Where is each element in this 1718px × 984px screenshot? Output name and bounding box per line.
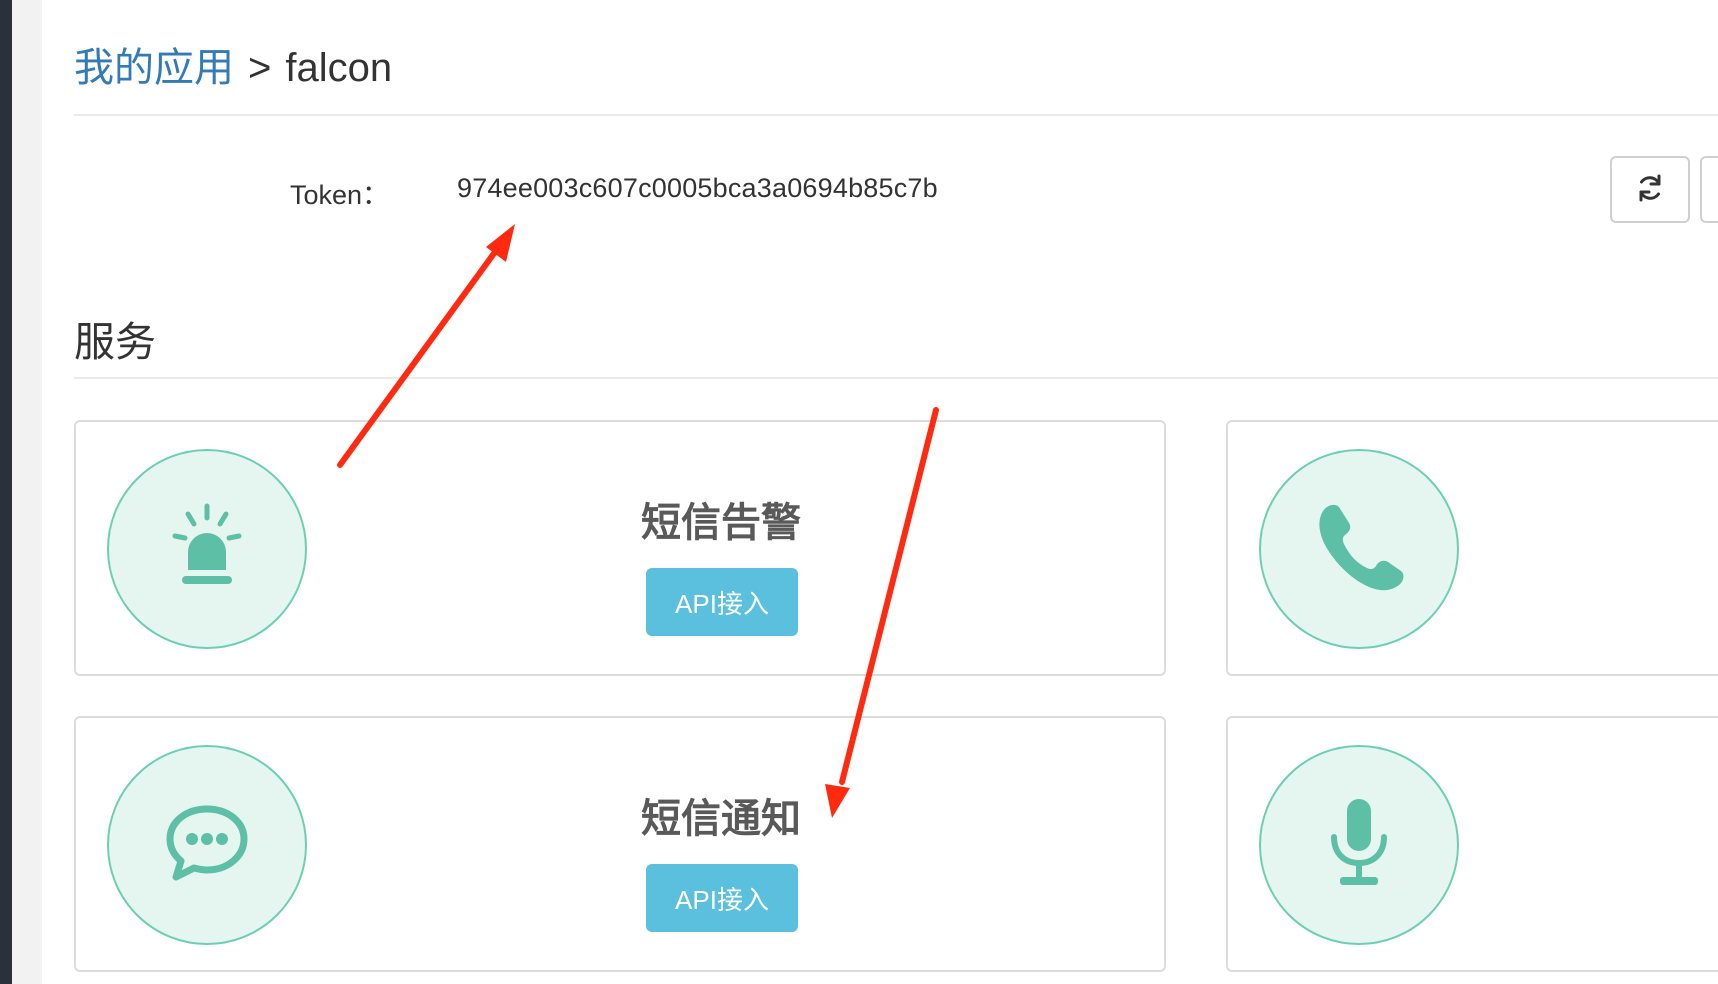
refresh-token-button[interactable] [1610, 156, 1690, 223]
microphone-icon [1324, 793, 1394, 898]
api-access-button[interactable]: API接入 [646, 568, 798, 636]
services-divider [74, 377, 1718, 379]
service-circle [1259, 745, 1459, 945]
service-circle [107, 745, 307, 945]
service-card-voice-notify [1226, 716, 1718, 972]
breadcrumb: 我的应用 > falcon [74, 44, 392, 92]
services-title: 服务 [74, 319, 156, 365]
token-value: 974ee003c607c0005bca3a0694b85c7b [457, 173, 938, 203]
api-access-button[interactable]: API接入 [646, 864, 798, 932]
header-divider [74, 114, 1718, 116]
service-name: 短信通知 [641, 797, 801, 841]
service-circle [1259, 449, 1459, 649]
token-label: Token： [290, 180, 390, 210]
chat-bubble-icon [164, 803, 250, 888]
sidebar-edge [0, 0, 12, 984]
service-circle [107, 449, 307, 649]
service-card-voice-alert [1226, 420, 1718, 676]
service-card-sms-alert: 短信告警 API接入 [74, 420, 1166, 676]
phone-icon [1309, 497, 1409, 602]
refresh-icon [1635, 173, 1665, 206]
siren-icon [172, 502, 242, 597]
breadcrumb-separator: > [248, 46, 272, 90]
breadcrumb-current: falcon [285, 46, 393, 90]
breadcrumb-my-apps-link[interactable]: 我的应用 [74, 46, 234, 90]
service-card-sms-notify: 短信通知 API接入 [74, 716, 1166, 972]
service-name: 短信告警 [641, 501, 801, 545]
toolbar-button-partial[interactable] [1700, 156, 1718, 223]
